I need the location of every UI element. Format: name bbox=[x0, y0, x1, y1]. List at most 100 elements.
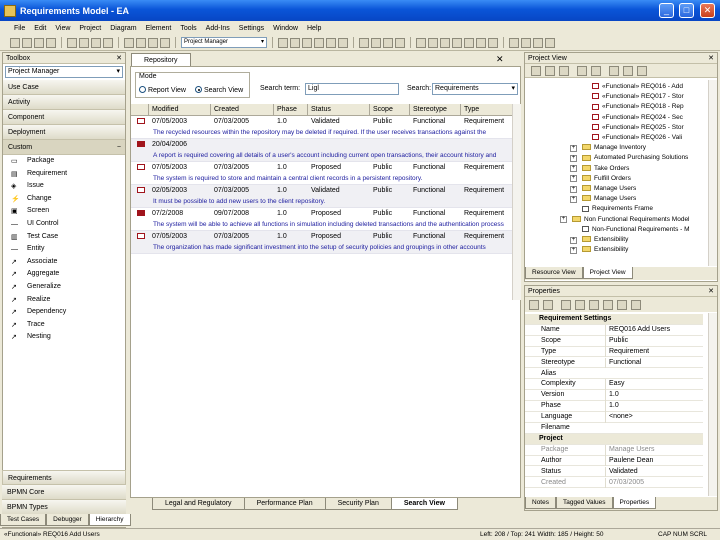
menu-help[interactable]: Help bbox=[307, 25, 321, 32]
find-icon[interactable] bbox=[148, 37, 158, 48]
menu-window[interactable]: Window bbox=[273, 25, 298, 32]
navigate-back-icon[interactable] bbox=[509, 37, 519, 48]
tree-item[interactable]: Take Orders bbox=[582, 164, 629, 174]
tree-item[interactable]: Manage Users bbox=[582, 184, 636, 194]
save-icon[interactable] bbox=[34, 37, 44, 48]
tree-item[interactable]: Manage Inventory bbox=[582, 143, 646, 153]
property-row[interactable]: Author Paulene Dean bbox=[525, 455, 703, 467]
search-in-select[interactable]: Requirements bbox=[432, 83, 518, 95]
tool-item[interactable]: ⚡ Change bbox=[3, 193, 125, 206]
report-view-radio[interactable]: Report View bbox=[139, 85, 186, 94]
expand-icon[interactable]: + bbox=[570, 144, 577, 152]
move-up-icon[interactable] bbox=[577, 66, 587, 76]
delete-icon[interactable] bbox=[103, 37, 113, 48]
tool-item[interactable]: ↗ Dependency bbox=[3, 306, 125, 319]
property-row[interactable]: Language <none> bbox=[525, 412, 703, 423]
radio-selected-icon[interactable] bbox=[195, 86, 202, 93]
property-section[interactable]: Requirement Settings bbox=[525, 314, 703, 325]
align-top-icon[interactable] bbox=[314, 37, 324, 48]
perspective-select[interactable]: Project Manager bbox=[5, 66, 123, 78]
collapse-icon[interactable]: − bbox=[117, 140, 121, 155]
column-header[interactable]: Modified bbox=[149, 104, 211, 115]
close-button[interactable]: ✕ bbox=[700, 3, 715, 18]
tree-item[interactable]: Non Functional Requirements Model bbox=[572, 215, 690, 225]
align-center-icon[interactable] bbox=[290, 37, 300, 48]
circle-icon[interactable] bbox=[589, 300, 599, 310]
search-view-radio[interactable]: Search View bbox=[195, 85, 243, 94]
circle-icon[interactable] bbox=[575, 300, 585, 310]
copy-icon[interactable] bbox=[79, 37, 89, 48]
help-icon[interactable] bbox=[637, 66, 647, 76]
move-down-icon[interactable] bbox=[591, 66, 601, 76]
table-row[interactable]: 07/05/2003 07/03/2005 1.0 Validated Public Fu… bbox=[131, 116, 516, 127]
property-value[interactable]: Functional bbox=[605, 357, 701, 369]
property-value[interactable]: <none> bbox=[605, 412, 701, 423]
alphabetical-icon[interactable] bbox=[543, 300, 553, 310]
tree-item[interactable]: «Functional» REQ016 - Add bbox=[592, 82, 683, 92]
edit-icon[interactable] bbox=[603, 300, 613, 310]
property-row[interactable]: Type Requirement bbox=[525, 346, 703, 358]
column-header[interactable]: Type bbox=[461, 104, 516, 115]
align-left-icon[interactable] bbox=[278, 37, 288, 48]
expand-icon[interactable]: + bbox=[570, 154, 577, 162]
expand-icon[interactable]: + bbox=[570, 175, 577, 183]
save-icon[interactable] bbox=[617, 300, 627, 310]
table-row[interactable]: 07/05/2003 07/03/2005 1.0 Proposed Public Fun… bbox=[131, 231, 516, 242]
property-value[interactable]: Validated bbox=[605, 466, 701, 478]
workspace-combo[interactable]: Project Manager bbox=[181, 37, 267, 48]
menu-project[interactable]: Project bbox=[79, 25, 101, 32]
property-row[interactable]: Complexity Easy bbox=[525, 379, 703, 391]
property-value[interactable]: 1.0 bbox=[605, 401, 701, 412]
tree-item[interactable]: Automated Purchasing Solutions bbox=[582, 153, 688, 163]
property-row[interactable]: Created 07/03/2005 bbox=[525, 477, 703, 489]
menu-diagram[interactable]: Diagram bbox=[110, 25, 136, 32]
toolbox-category-activity[interactable]: Activity bbox=[3, 95, 125, 110]
property-row[interactable]: Name REQ016 Add Users bbox=[525, 324, 703, 336]
property-section[interactable]: Project bbox=[525, 433, 703, 445]
new-diagram-icon[interactable] bbox=[545, 66, 555, 76]
toolbox-category-requirements[interactable]: Requirements bbox=[2, 470, 126, 485]
menu-settings[interactable]: Settings bbox=[239, 25, 264, 32]
table-row[interactable]: 20/04/2006 bbox=[131, 139, 516, 150]
close-icon[interactable]: ✕ bbox=[496, 54, 504, 65]
line-color-icon[interactable] bbox=[488, 37, 498, 48]
tab-notes[interactable]: Notes bbox=[525, 497, 556, 509]
property-row[interactable]: Version 1.0 bbox=[525, 390, 703, 402]
paste-icon[interactable] bbox=[91, 37, 101, 48]
property-row[interactable]: Stereotype Functional bbox=[525, 357, 703, 369]
bold-icon[interactable] bbox=[440, 37, 450, 48]
help-icon[interactable] bbox=[631, 300, 641, 310]
toolbox-category-bpmn-types[interactable]: BPMN Types bbox=[2, 500, 126, 515]
open-folder-icon[interactable] bbox=[22, 37, 32, 48]
tool-item[interactable]: ▤ Requirement bbox=[3, 168, 125, 181]
tool-item[interactable]: — UI Control bbox=[3, 218, 125, 231]
tree-item[interactable]: «Functional» REQ018 - Rep bbox=[592, 102, 684, 112]
zoom-in-icon[interactable] bbox=[359, 37, 369, 48]
navigate-forward-icon[interactable] bbox=[521, 37, 531, 48]
properties-icon[interactable] bbox=[609, 66, 619, 76]
property-value[interactable]: 07/03/2005 bbox=[605, 477, 701, 489]
tool-item[interactable]: ↗ Trace bbox=[3, 319, 125, 332]
menu-edit[interactable]: Edit bbox=[34, 25, 46, 32]
tree-item[interactable]: «Functional» REQ024 - Sec bbox=[592, 113, 683, 123]
property-row[interactable]: Scope Public bbox=[525, 335, 703, 347]
close-icon[interactable]: ✕ bbox=[116, 53, 122, 64]
toolbox-category-bpmn-core[interactable]: BPMN Core bbox=[2, 485, 126, 500]
tool-item[interactable]: ▣ Screen bbox=[3, 205, 125, 218]
align-right-icon[interactable] bbox=[302, 37, 312, 48]
tool-item[interactable]: ▥ Test Case bbox=[3, 231, 125, 244]
maximize-button[interactable]: □ bbox=[679, 3, 694, 18]
tree-item[interactable]: «Functional» REQ025 - Stor bbox=[592, 123, 684, 133]
find-icon[interactable] bbox=[623, 66, 633, 76]
tree-item[interactable]: «Functional» REQ026 - Vali bbox=[592, 133, 682, 143]
tool-item[interactable]: ▭ Package bbox=[3, 155, 125, 168]
close-icon[interactable]: ✕ bbox=[708, 286, 714, 297]
tool-item[interactable]: ↗ Realize bbox=[3, 294, 125, 307]
tab-debugger[interactable]: Debugger bbox=[46, 514, 89, 526]
fit-icon[interactable] bbox=[383, 37, 393, 48]
property-row[interactable]: Status Validated bbox=[525, 466, 703, 478]
new-file-icon[interactable] bbox=[10, 37, 20, 48]
toolbox-category-deployment[interactable]: Deployment bbox=[3, 125, 125, 140]
column-header[interactable]: Phase bbox=[274, 104, 308, 115]
tool-item[interactable]: ↗ Aggregate bbox=[3, 268, 125, 281]
